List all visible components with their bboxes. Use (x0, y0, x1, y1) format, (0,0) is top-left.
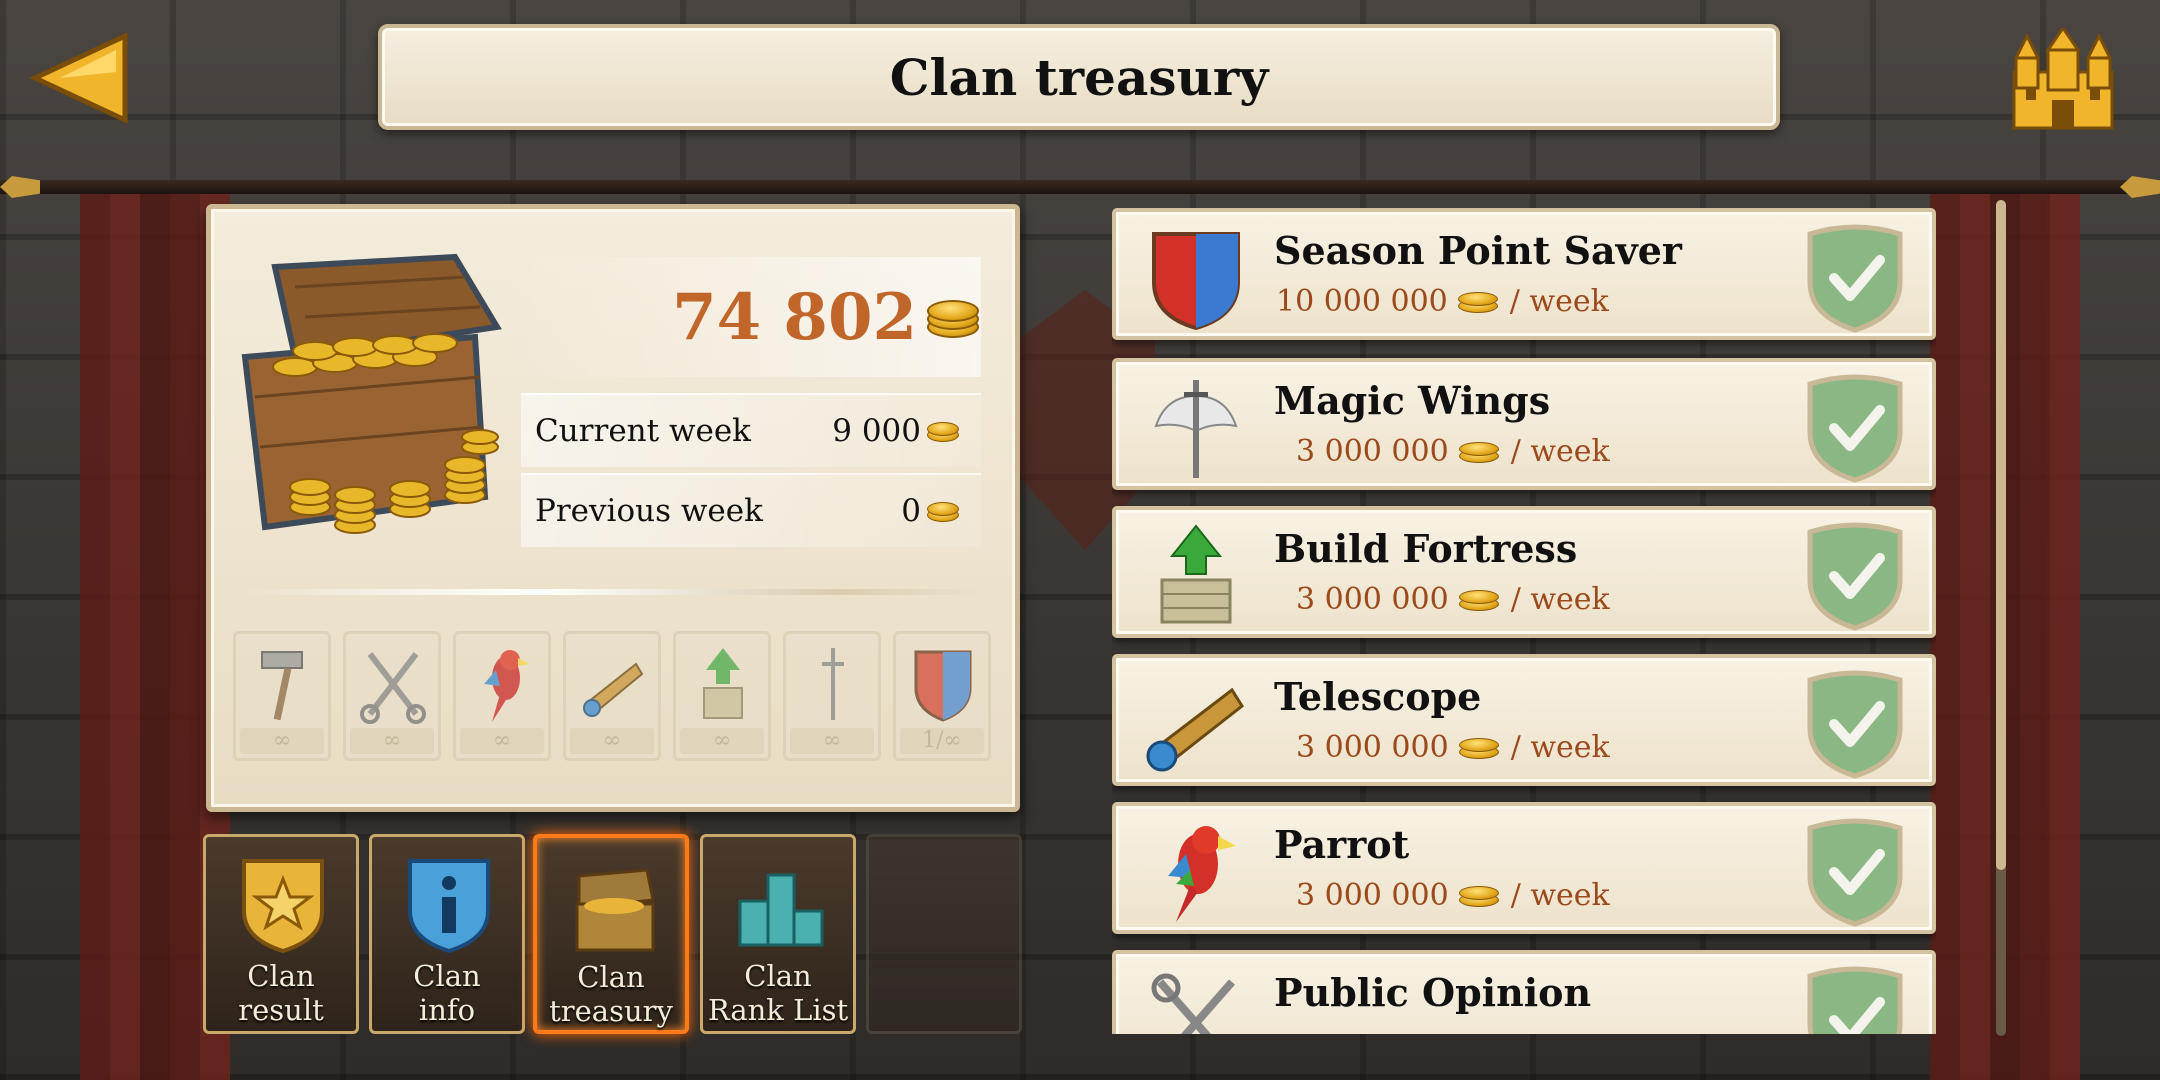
bonus-cost: 3 000 000 / week (1296, 878, 1610, 913)
shield-icon (914, 650, 972, 722)
parrot-icon (1168, 826, 1236, 922)
bonus-slot-count: ∞ (790, 728, 874, 754)
gold-coins-icon (927, 498, 961, 524)
current-week-row: Current week 9 000 (521, 393, 981, 467)
treasure-chest-icon (235, 247, 525, 547)
bonus-slot[interactable]: ∞ (453, 631, 551, 761)
bonus-card-public-opinion[interactable]: Public Opinion (1112, 950, 1936, 1034)
nav-empty-slot (866, 834, 1022, 1034)
bonus-cost: 3 000 000 / week (1296, 730, 1610, 765)
total-gold-value: 74 802 (672, 279, 917, 355)
nav-label: Clan result (238, 959, 324, 1027)
page-title: Clan treasury (889, 47, 1269, 107)
bonus-cost: 10 000 000 / week (1276, 284, 1609, 319)
current-week-value-wrap: 9 000 (832, 413, 981, 449)
bonus-slot-count: ∞ (460, 728, 544, 754)
scrollbar-thumb[interactable] (1996, 200, 2006, 870)
nav-clan-info[interactable]: Clan info (369, 834, 525, 1034)
tools-icon (1151, 973, 1236, 1034)
purchased-check-icon[interactable] (1800, 372, 1910, 484)
treasure-chest-icon (575, 868, 655, 952)
purchased-check-icon[interactable] (1800, 816, 1910, 928)
bonus-card-build-fortress[interactable]: Build Fortress 3 000 000 / week (1112, 506, 1936, 638)
bonus-cost: 3 000 000 / week (1296, 582, 1610, 617)
gold-coins-icon (1458, 735, 1501, 761)
gold-coins-icon (1458, 439, 1501, 465)
bonus-slot[interactable]: 1/∞ (893, 631, 991, 761)
podium-icon (738, 873, 824, 947)
shield-icon (1152, 232, 1240, 330)
purchased-check-icon[interactable] (1800, 520, 1910, 632)
bonus-slot-count: ∞ (350, 728, 434, 754)
purchased-check-icon[interactable] (1800, 964, 1910, 1034)
bonus-name: Magic Wings (1274, 378, 1551, 423)
current-week-label: Current week (535, 413, 751, 449)
gold-coins-icon (927, 296, 981, 338)
back-arrow-icon (29, 32, 128, 124)
active-bonus-slots: ∞ ∞ ∞ ∞ ∞ ∞ 1/∞ (233, 631, 991, 761)
panel-divider (241, 589, 985, 595)
treasury-total: 74 802 (501, 257, 981, 377)
bonus-name: Telescope (1274, 674, 1482, 719)
fortress-icon (703, 648, 743, 719)
bonus-name: Build Fortress (1274, 526, 1578, 571)
tools-icon (360, 652, 426, 724)
title-plate: Clan treasury (378, 24, 1780, 130)
winged-sword-icon (1154, 380, 1238, 478)
hammer-icon (261, 651, 303, 721)
treasury-panel: 74 802 Current week 9 000 Previous week … (206, 204, 1020, 812)
bonus-slot[interactable]: ∞ (783, 631, 881, 761)
bonus-card-season-point-saver[interactable]: Season Point Saver 10 000 000 / week (1112, 208, 1936, 340)
bonus-slot[interactable]: ∞ (233, 631, 331, 761)
curtain-rod (0, 180, 2160, 194)
previous-week-value-wrap: 0 (901, 493, 981, 529)
gold-coins-icon (1458, 883, 1501, 909)
parrot-icon (484, 650, 530, 722)
nav-clan-rank-list[interactable]: Clan Rank List (700, 834, 856, 1034)
bonus-slot-count: ∞ (680, 728, 764, 754)
star-badge-icon (242, 859, 324, 954)
castle-icon (2012, 25, 2114, 130)
bonus-slot-count: 1/∞ (900, 728, 984, 754)
bonus-card-parrot[interactable]: Parrot 3 000 000 / week (1112, 802, 1936, 934)
previous-week-row: Previous week 0 (521, 473, 981, 547)
purchased-check-icon[interactable] (1800, 222, 1910, 334)
back-button[interactable] (29, 32, 130, 124)
gold-coins-icon (1457, 289, 1500, 315)
gold-coins-icon (927, 418, 961, 444)
telescope-icon (1146, 687, 1244, 772)
nav-label: Clan treasury (549, 960, 673, 1028)
bonus-list[interactable]: Season Point Saver 10 000 000 / week Mag… (1112, 208, 1936, 1034)
bonus-slot[interactable]: ∞ (563, 631, 661, 761)
previous-week-value: 0 (901, 493, 921, 529)
gold-coins-icon (1458, 587, 1501, 613)
bonus-card-telescope[interactable]: Telescope 3 000 000 / week (1112, 654, 1936, 786)
bonus-slot[interactable]: ∞ (673, 631, 771, 761)
info-badge-icon (408, 859, 490, 954)
purchased-check-icon[interactable] (1800, 668, 1910, 780)
wings-icon (822, 648, 844, 720)
bonus-list-scrollbar[interactable] (1996, 200, 2006, 1036)
bonus-cost: 3 000 000 / week (1296, 434, 1610, 469)
bonus-name: Parrot (1274, 822, 1410, 867)
nav-clan-result[interactable]: Clan result (203, 834, 359, 1034)
castle-button[interactable] (2006, 25, 2120, 132)
bonus-slot-count: ∞ (240, 728, 324, 754)
telescope-icon (583, 662, 644, 717)
bonus-card-magic-wings[interactable]: Magic Wings 3 000 000 / week (1112, 358, 1936, 490)
current-week-value: 9 000 (832, 413, 921, 449)
previous-week-label: Previous week (535, 493, 763, 529)
bonus-name: Season Point Saver (1274, 228, 1682, 273)
bonus-name: Public Opinion (1274, 970, 1592, 1015)
nav-clan-treasury[interactable]: Clan treasury (533, 834, 689, 1034)
nav-label: Clan info (413, 959, 481, 1027)
fortress-icon (1160, 524, 1232, 624)
nav-label: Clan Rank List (707, 959, 849, 1027)
bonus-slot[interactable]: ∞ (343, 631, 441, 761)
bonus-slot-count: ∞ (570, 728, 654, 754)
